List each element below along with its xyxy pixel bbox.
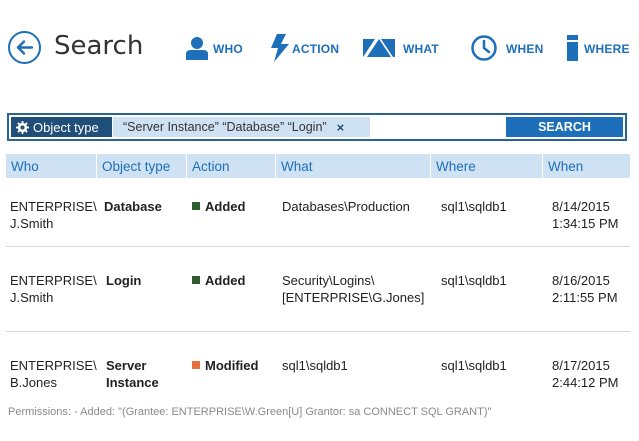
- page-title: Search: [54, 31, 144, 61]
- cell-where: sql1\sqldb1: [441, 199, 507, 214]
- shapes-icon: [363, 38, 395, 60]
- cell-action: Added: [192, 198, 245, 215]
- table-row[interactable]: ENTERPRISE\ B.Jones Server Instance Modifi…: [6, 332, 630, 398]
- cell-action: Added: [192, 272, 245, 289]
- lightning-icon: [270, 33, 290, 65]
- server-icon: [567, 34, 578, 64]
- cell-where: sql1\sqldb1: [441, 358, 507, 373]
- back-button[interactable]: [8, 31, 41, 64]
- filter-where-label: WHERE: [584, 42, 630, 56]
- clock-icon: [471, 34, 497, 64]
- column-header-action[interactable]: Action: [187, 154, 275, 178]
- column-header-when[interactable]: When: [543, 154, 630, 178]
- cell-object-type: Database: [104, 199, 162, 214]
- filter-what-label: WHAT: [403, 42, 439, 56]
- table-row[interactable]: ENTERPRISE\ J.Smith Database Added Databa…: [6, 178, 630, 247]
- column-header-what[interactable]: What: [276, 154, 430, 178]
- filter-action-label: ACTION: [292, 42, 340, 56]
- object-type-chip[interactable]: Object type: [11, 117, 112, 137]
- filter-when-label: WHEN: [506, 42, 544, 56]
- cell-when: 8/16/2015 2:11:55 PM: [552, 273, 618, 305]
- cell-what: Security\Logins\ [ENTERPRISE\G.Jones]: [282, 273, 425, 305]
- filter-who-button[interactable]: WHO: [186, 34, 243, 64]
- results-table: Who Object type Action What Where When E…: [6, 154, 630, 398]
- filter-what-button[interactable]: WHAT: [363, 34, 439, 64]
- table-header: Who Object type Action What Where When: [6, 154, 630, 178]
- cell-when: 8/17/2015 2:44:12 PM: [552, 358, 619, 390]
- cell-when: 8/14/2015 1:34:15 PM: [552, 199, 619, 231]
- filter-action-button[interactable]: ACTION: [270, 33, 340, 65]
- permissions-detail: Permissions: - Added: "(Grantee: ENTERPR…: [8, 406, 492, 418]
- filter-when-button[interactable]: WHEN: [471, 34, 543, 64]
- header: Search WHO ACTION WHAT WHEN WHERE: [0, 0, 639, 95]
- object-type-values: “Server Instance” “Database” “Login” ×: [113, 117, 370, 137]
- cell-who: ENTERPRISE\ J.Smith: [10, 199, 97, 231]
- object-type-label: Object type: [33, 119, 99, 135]
- gear-icon: [16, 120, 29, 134]
- table-row[interactable]: ENTERPRISE\ J.Smith Login Added Security\…: [6, 247, 630, 332]
- cell-action: Modified: [192, 357, 258, 374]
- filter-who-label: WHO: [213, 42, 243, 56]
- added-marker-icon: [192, 202, 200, 210]
- cell-what: sql1\sqldb1: [282, 358, 348, 373]
- cell-who: ENTERPRISE\ J.Smith: [10, 273, 97, 305]
- column-header-where[interactable]: Where: [431, 154, 542, 178]
- modified-marker-icon: [192, 361, 200, 369]
- filter-where-button[interactable]: WHERE: [567, 34, 630, 64]
- cell-what: Databases\Production: [282, 199, 410, 214]
- cell-where: sql1\sqldb1: [441, 273, 507, 288]
- remove-filter-icon[interactable]: ×: [337, 120, 345, 135]
- person-icon: [186, 36, 208, 63]
- added-marker-icon: [192, 276, 200, 284]
- object-type-values-text: “Server Instance” “Database” “Login”: [123, 120, 327, 134]
- back-arrow-icon: [16, 40, 34, 55]
- cell-who: ENTERPRISE\ B.Jones: [10, 358, 97, 390]
- search-button[interactable]: SEARCH: [506, 117, 623, 137]
- search-bar[interactable]: Object type “Server Instance” “Database”…: [7, 113, 627, 141]
- cell-object-type: Login: [106, 273, 142, 288]
- column-header-who[interactable]: Who: [6, 154, 96, 178]
- cell-object-type: Server Instance: [106, 358, 159, 390]
- column-header-object-type[interactable]: Object type: [97, 154, 186, 178]
